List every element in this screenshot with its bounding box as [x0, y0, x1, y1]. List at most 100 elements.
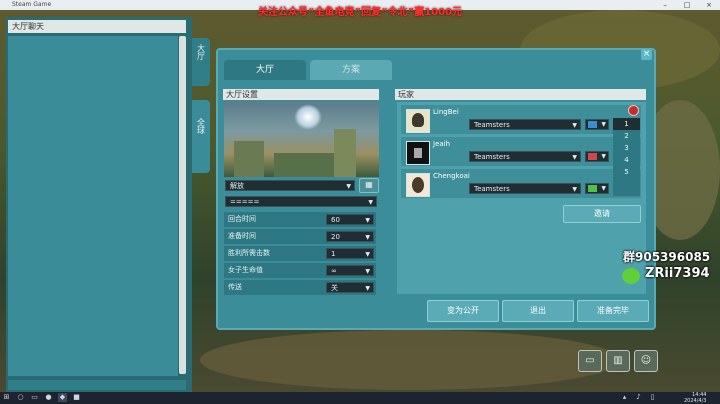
network-icon[interactable]: ▴: [620, 393, 629, 402]
players-header: 玩家: [395, 89, 646, 100]
ready-status-indicator: [628, 105, 639, 116]
map-sun: [294, 104, 322, 130]
window-title: Steam Game: [12, 1, 52, 8]
setting-label: 胜利所需击数: [228, 249, 270, 257]
wechat-icon: [622, 268, 640, 284]
chat-scrollbar[interactable]: [179, 36, 186, 374]
team-select[interactable]: Teamsters ▼: [469, 183, 581, 194]
player-name: LingBei: [433, 108, 459, 116]
slot-option[interactable]: 2: [613, 130, 640, 142]
setting-select[interactable]: 关 ▼: [326, 282, 374, 293]
ready-button[interactable]: 准备完毕: [577, 300, 649, 322]
player-row: Jeaih Teamsters ▼ ▼: [401, 137, 641, 166]
chat-bubble-icon[interactable]: ▭: [578, 350, 602, 372]
setting-row: 胜利所需击数 1 ▼: [224, 246, 376, 261]
setting-label: 传送: [228, 283, 242, 291]
avatar: [406, 173, 430, 197]
window-close-button[interactable]: ×: [698, 0, 720, 10]
app-icon[interactable]: ■: [72, 393, 81, 402]
color-swatch: [588, 153, 597, 160]
setting-select[interactable]: 60 ▼: [326, 214, 374, 225]
chevron-down-icon: ▼: [346, 183, 351, 190]
setting-value: 20: [331, 233, 340, 241]
side-tab-global[interactable]: 全球: [192, 100, 210, 173]
grid-icon: ▦: [365, 180, 373, 189]
slot-option[interactable]: 4: [613, 154, 640, 166]
tab-plan[interactable]: 方案: [310, 60, 392, 80]
chat-header: 大厅聊天: [8, 20, 186, 33]
slot-option[interactable]: 3: [613, 142, 640, 154]
avatar: [406, 141, 430, 165]
taskbar: [0, 392, 720, 404]
map-preview-image: [224, 101, 379, 177]
mode-select-value: =====: [230, 198, 260, 206]
color-swatch: [588, 121, 597, 128]
clock-date: 2024/4/3: [684, 398, 707, 404]
player-row: LingBei Teamsters ▼ ▼: [401, 105, 641, 134]
setting-label: 回合时间: [228, 215, 256, 223]
search-icon[interactable]: ○: [16, 393, 25, 402]
chevron-down-icon: ▼: [601, 185, 606, 192]
game-app-icon[interactable]: ◆: [58, 393, 67, 402]
map-gallery-button[interactable]: ▦: [359, 178, 379, 193]
color-select[interactable]: ▼: [585, 183, 609, 194]
setting-select[interactable]: 20 ▼: [326, 231, 374, 242]
chevron-down-icon: ▼: [365, 217, 370, 224]
mode-select[interactable]: ===== ▼: [225, 196, 377, 207]
chevron-down-icon: ▼: [365, 268, 370, 275]
browser-icon[interactable]: ●: [44, 393, 53, 402]
setting-row: 回合时间 60 ▼: [224, 212, 376, 227]
setting-value: 60: [331, 216, 340, 224]
team-select[interactable]: Teamsters ▼: [469, 119, 581, 130]
lobby-settings-header: 大厅设置: [223, 89, 379, 100]
slot-dropdown-list[interactable]: 1 2 3 4 5: [613, 118, 640, 196]
map-tower: [334, 129, 356, 177]
watermark-id: ZRii7394: [645, 266, 710, 281]
setting-value: 1: [331, 250, 336, 258]
setting-value: ∞: [331, 267, 337, 275]
chevron-down-icon: ▼: [601, 153, 606, 160]
windows-start-icon[interactable]: ⊞: [2, 393, 11, 402]
player-row: Chengkoai Teamsters ▼ ▼: [401, 169, 641, 198]
profile-icon[interactable]: ☺: [634, 350, 658, 372]
chevron-down-icon: ▼: [365, 285, 370, 292]
team-value: Teamsters: [474, 185, 510, 193]
battery-icon[interactable]: ▯: [648, 393, 657, 402]
maximize-button[interactable]: □: [676, 0, 698, 10]
volume-icon[interactable]: ♪: [634, 393, 643, 402]
invite-button[interactable]: 邀请: [563, 205, 641, 223]
make-public-button[interactable]: 变为公开: [427, 300, 499, 322]
team-select[interactable]: Teamsters ▼: [469, 151, 581, 162]
slot-option-selected[interactable]: 1: [613, 118, 640, 130]
task-view-icon[interactable]: ▭: [30, 393, 39, 402]
chevron-down-icon: ▼: [365, 251, 370, 258]
setting-row: 女子生命值 ∞ ▼: [224, 263, 376, 278]
setting-select[interactable]: ∞ ▼: [326, 265, 374, 276]
color-select[interactable]: ▼: [585, 119, 609, 130]
setting-value: 关: [331, 284, 338, 292]
setting-select[interactable]: 1 ▼: [326, 248, 374, 259]
team-value: Teamsters: [474, 121, 510, 129]
exit-button[interactable]: 退出: [502, 300, 574, 322]
dialog-close-button[interactable]: ×: [641, 49, 652, 60]
slot-option[interactable]: 5: [613, 166, 640, 178]
team-value: Teamsters: [474, 153, 510, 161]
color-select[interactable]: ▼: [585, 151, 609, 162]
promo-banner: 关注公众号“全鱼电竞”回复“令北”赢1000元: [257, 7, 463, 18]
side-tab-label: 大厅: [196, 44, 206, 60]
map-select[interactable]: 解放 ▼: [225, 180, 355, 191]
tab-lobby[interactable]: 大厅: [224, 60, 306, 80]
taskbar-clock[interactable]: 14:44 2024/4/3: [684, 392, 706, 404]
chevron-down-icon: ▼: [601, 121, 606, 128]
chat-input[interactable]: [8, 380, 186, 390]
chevron-down-icon: ▼: [572, 154, 577, 161]
chevron-down-icon: ▼: [368, 199, 373, 206]
map-ruins: [274, 153, 334, 177]
setting-label: 女子生命值: [228, 266, 263, 274]
side-tab-lobby[interactable]: 大厅: [192, 38, 210, 86]
side-tab-label: 全球: [196, 118, 206, 134]
trash-icon[interactable]: ▥: [606, 350, 630, 372]
minimize-button[interactable]: –: [654, 0, 676, 10]
map-select-value: 解放: [230, 182, 244, 190]
chevron-down-icon: ▼: [365, 234, 370, 241]
